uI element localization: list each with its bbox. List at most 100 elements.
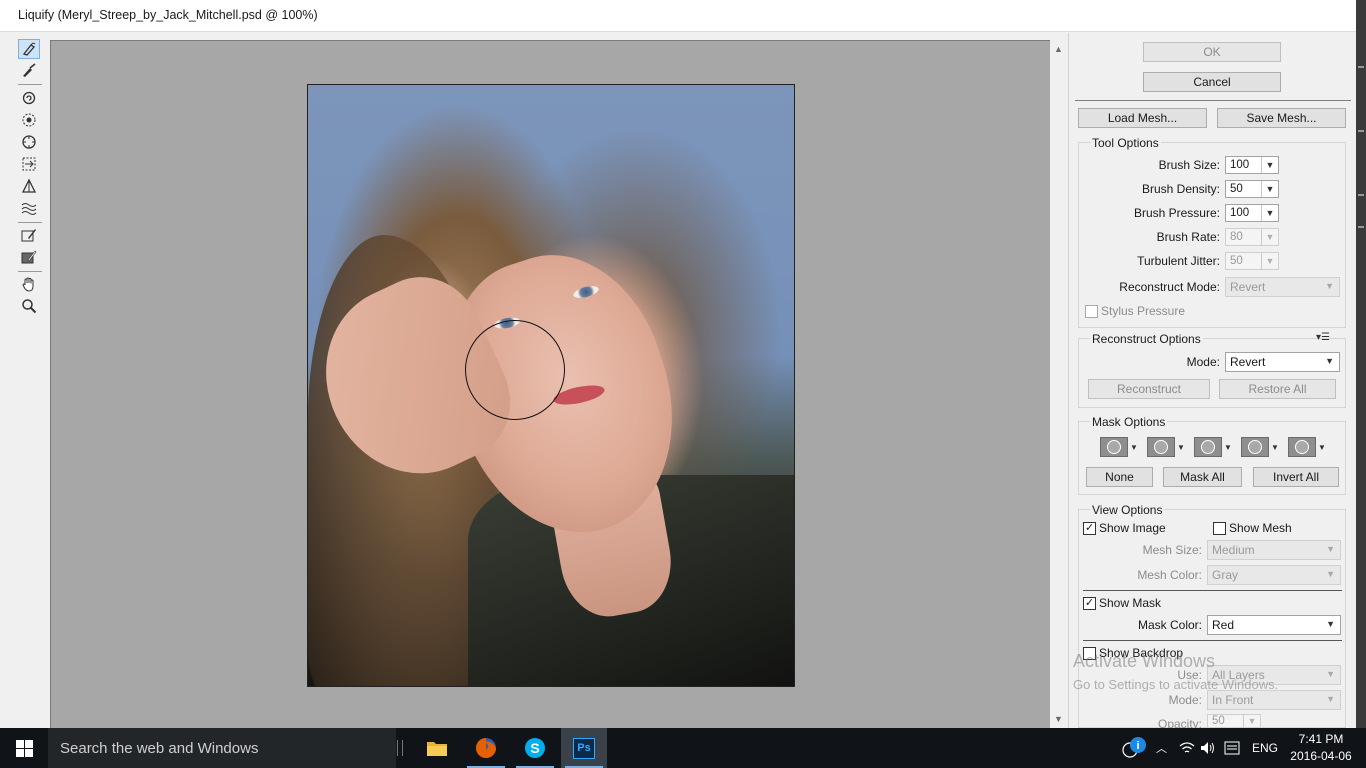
- tool-options-title: Tool Options: [1090, 136, 1161, 150]
- chevron-down-icon[interactable]: ▼: [1261, 229, 1278, 245]
- taskbar: Search the web and Windows S Ps i ︿ ENG …: [0, 728, 1366, 768]
- reconstruct-tool-icon[interactable]: [18, 60, 40, 80]
- ok-button[interactable]: OK: [1143, 42, 1281, 62]
- twirl-tool-icon[interactable]: [18, 88, 40, 108]
- turbulent-jitter-field[interactable]: 50 ▼: [1225, 252, 1279, 270]
- mesh-size-label: Mesh Size:: [1142, 543, 1202, 557]
- chevron-down-icon[interactable]: ▼: [1243, 715, 1260, 727]
- window-titlebar: Liquify (Meryl_Streep_by_Jack_Mitchell.p…: [0, 0, 1356, 32]
- restore-all-button[interactable]: Restore All: [1219, 379, 1336, 399]
- mask-intersect-icon[interactable]: ▼: [1241, 436, 1279, 458]
- mask-color-label: Mask Color:: [1137, 618, 1202, 632]
- save-mesh-button[interactable]: Save Mesh...: [1217, 108, 1346, 128]
- freeze-mask-tool-icon[interactable]: [18, 225, 40, 245]
- volume-icon[interactable]: [1200, 728, 1216, 768]
- brush-rate-label: Brush Rate:: [1156, 230, 1220, 244]
- skype-taskbar-icon[interactable]: S: [512, 728, 558, 768]
- activate-windows-watermark: Activate Windows: [1073, 651, 1216, 671]
- window-title: Liquify (Meryl_Streep_by_Jack_Mitchell.p…: [18, 8, 318, 22]
- input-language[interactable]: ENG: [1252, 728, 1278, 768]
- reconstruct-button[interactable]: Reconstruct: [1088, 379, 1210, 399]
- chevron-down-icon[interactable]: ▼: [1326, 669, 1335, 679]
- cancel-button[interactable]: Cancel: [1143, 72, 1281, 92]
- taskbar-search-box[interactable]: Search the web and Windows: [48, 728, 396, 768]
- chevron-down-icon[interactable]: ▼: [1261, 157, 1278, 173]
- liquify-toolbar: [0, 33, 50, 728]
- activate-windows-hint: Go to Settings to activate Windows.: [1073, 677, 1279, 692]
- mirror-tool-icon[interactable]: [18, 176, 40, 196]
- mesh-color-select[interactable]: Gray ▼: [1207, 565, 1341, 585]
- canvas-scrollbar[interactable]: ▲ ▼: [1050, 40, 1068, 728]
- turbulent-jitter-label: Turbulent Jitter:: [1137, 254, 1220, 268]
- svg-text:i: i: [1136, 740, 1139, 752]
- panel-menu-icon[interactable]: ▾☰: [1316, 332, 1330, 343]
- opacity-field[interactable]: 50 ▼: [1207, 714, 1261, 728]
- show-mesh-checkbox[interactable]: Show Mesh: [1213, 521, 1292, 535]
- firefox-taskbar-icon[interactable]: [463, 728, 509, 768]
- chevron-down-icon[interactable]: ▼: [1261, 205, 1278, 221]
- load-mesh-button[interactable]: Load Mesh...: [1078, 108, 1207, 128]
- mask-invert-selection-icon[interactable]: ▼: [1288, 436, 1326, 458]
- mesh-size-select[interactable]: Medium ▼: [1207, 540, 1341, 560]
- chevron-down-icon[interactable]: ▼: [1326, 569, 1335, 579]
- notifications-info-icon[interactable]: i: [1120, 728, 1148, 768]
- backdrop-mode-select[interactable]: In Front ▼: [1207, 690, 1341, 710]
- chevron-down-icon[interactable]: ▼: [1326, 694, 1335, 704]
- chevron-down-icon[interactable]: ▼: [1326, 544, 1335, 554]
- windows-logo-icon: [15, 739, 33, 757]
- action-center-icon[interactable]: [1224, 728, 1240, 768]
- reconstruct-mode-label: Reconstruct Mode:: [1119, 280, 1220, 294]
- hand-tool-icon[interactable]: [18, 274, 40, 294]
- show-hidden-icons-icon[interactable]: ︿: [1156, 728, 1167, 768]
- mask-none-button[interactable]: None: [1086, 467, 1153, 487]
- brush-cursor: [465, 320, 565, 420]
- file-explorer-taskbar-icon[interactable]: [414, 728, 460, 768]
- show-image-checkbox[interactable]: ✓ Show Image: [1083, 521, 1166, 535]
- mask-replace-selection-icon[interactable]: ▼: [1100, 436, 1138, 458]
- start-button[interactable]: [0, 728, 48, 768]
- mask-color-select[interactable]: Red ▼: [1207, 615, 1341, 635]
- brush-pressure-field[interactable]: 100 ▼: [1225, 204, 1279, 222]
- turbulence-tool-icon[interactable]: [18, 198, 40, 218]
- forward-warp-tool-icon[interactable]: [18, 39, 40, 59]
- reconstruct-options-title: Reconstruct Options: [1090, 332, 1203, 346]
- brush-density-field[interactable]: 50 ▼: [1225, 180, 1279, 198]
- chevron-down-icon[interactable]: ▼: [1261, 253, 1278, 269]
- network-icon[interactable]: [1179, 728, 1195, 768]
- reconstruct-options-mode-select[interactable]: Revert ▼: [1225, 352, 1340, 372]
- chevron-down-icon[interactable]: ▼: [1326, 619, 1335, 629]
- taskbar-clock[interactable]: 7:41 PM 2016-04-06: [1288, 731, 1354, 765]
- zoom-tool-icon[interactable]: [18, 296, 40, 316]
- mask-subtract-from-mask-icon[interactable]: ▼: [1194, 436, 1232, 458]
- thaw-mask-tool-icon[interactable]: [18, 247, 40, 267]
- pucker-tool-icon[interactable]: [18, 110, 40, 130]
- push-left-tool-icon[interactable]: [18, 154, 40, 174]
- window-edge: [1356, 0, 1366, 728]
- brush-density-label: Brush Density:: [1141, 182, 1220, 196]
- mask-options-title: Mask Options: [1090, 415, 1168, 429]
- brush-size-label: Brush Size:: [1158, 158, 1220, 172]
- chevron-down-icon[interactable]: ▼: [1261, 181, 1278, 197]
- svg-text:S: S: [530, 740, 539, 756]
- stylus-pressure-checkbox[interactable]: Stylus Pressure: [1085, 304, 1185, 318]
- chevron-down-icon[interactable]: ▼: [1325, 281, 1334, 291]
- brush-rate-field[interactable]: 80 ▼: [1225, 228, 1279, 246]
- backdrop-mode-label: Mode:: [1168, 693, 1202, 707]
- task-view-icon[interactable]: [397, 740, 403, 756]
- show-mask-checkbox[interactable]: ✓ Show Mask: [1083, 596, 1161, 610]
- brush-size-field[interactable]: 100 ▼: [1225, 156, 1279, 174]
- scroll-up-icon[interactable]: ▲: [1054, 44, 1063, 54]
- invert-all-button[interactable]: Invert All: [1253, 467, 1339, 487]
- mask-add-to-mask-icon[interactable]: ▼: [1147, 436, 1185, 458]
- photoshop-taskbar-icon[interactable]: Ps: [561, 728, 607, 768]
- reconstruct-mode-select[interactable]: Revert ▼: [1225, 277, 1340, 297]
- brush-pressure-label: Brush Pressure:: [1133, 206, 1220, 220]
- clock-time: 7:41 PM: [1298, 732, 1344, 746]
- opacity-label: Opacity:: [1157, 717, 1202, 728]
- mask-all-button[interactable]: Mask All: [1163, 467, 1242, 487]
- clock-date: 2016-04-06: [1290, 749, 1352, 763]
- chevron-down-icon[interactable]: ▼: [1325, 356, 1334, 366]
- bloat-tool-icon[interactable]: [18, 132, 40, 152]
- scroll-down-icon[interactable]: ▼: [1054, 714, 1063, 724]
- mesh-color-label: Mesh Color:: [1137, 568, 1202, 582]
